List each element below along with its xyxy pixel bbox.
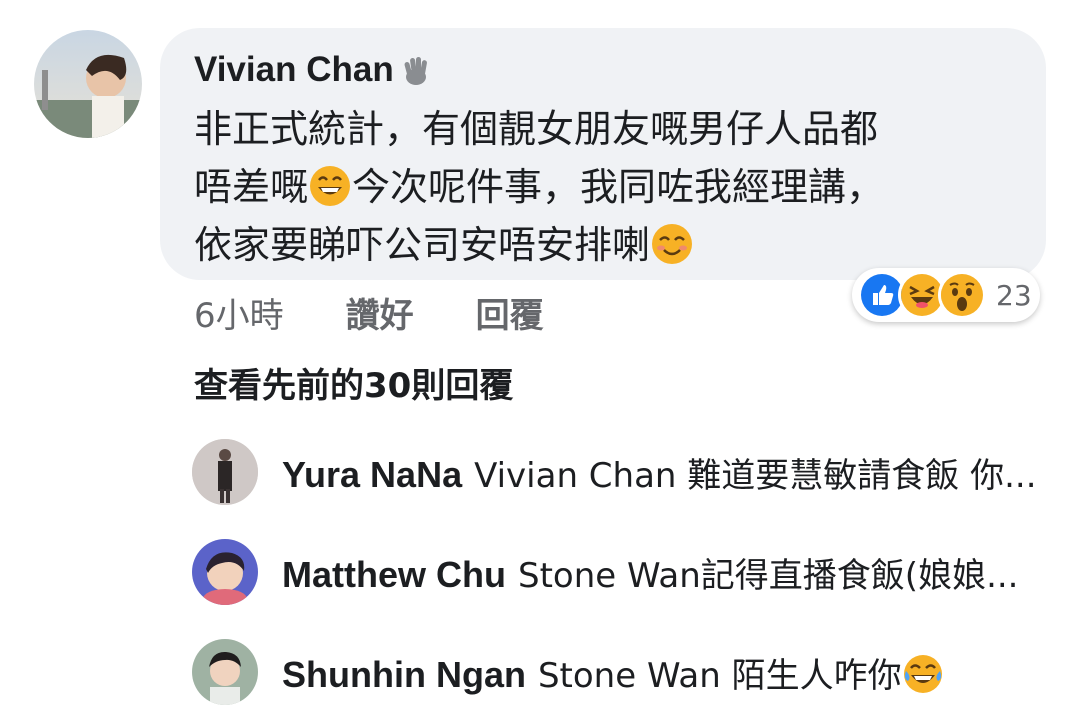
- comment-text: 非正式統計，有個靚女朋友嘅男仔人品都 唔差嘅 今次呢件事，我同咗我經理講， 依家要…: [194, 100, 1046, 274]
- reply-author-name[interactable]: Matthew Chu: [282, 554, 506, 595]
- reply-avatar[interactable]: [192, 439, 258, 505]
- commenter-avatar[interactable]: [34, 30, 142, 138]
- like-button[interactable]: 讚好: [346, 288, 414, 337]
- smiling-face-icon: [650, 222, 694, 266]
- reply-item: Yura NaNa Vivian Chan 難道要慧敏請食飯 你...: [192, 438, 1052, 506]
- reply-avatar[interactable]: [192, 539, 258, 605]
- comment-actions: 6小時 讚好 回覆: [194, 288, 606, 337]
- comment-line-2: 唔差嘅 今次呢件事，我同咗我經理講，: [194, 164, 885, 209]
- comment-bubble: Vivian Chan 非正式統計，有個靚女朋友嘅男仔人品都 唔差嘅 今次呢件事，…: [160, 28, 1046, 280]
- reply-avatar[interactable]: [192, 639, 258, 705]
- reply-item: Matthew Chu Stone Wan記得直播食飯(娘娘...: [192, 538, 1052, 606]
- reply-content: Yura NaNa Vivian Chan 難道要慧敏請食飯 你...: [282, 448, 1037, 497]
- tears-of-joy-icon: [902, 653, 944, 695]
- reply-text: Vivian Chan 難道要慧敏請食飯 你...: [474, 455, 1037, 496]
- reply-item: Shunhin Ngan Stone Wan 陌生人咋你: [192, 638, 1052, 706]
- reply-author-name[interactable]: Yura NaNa: [282, 454, 462, 495]
- reply-author-name[interactable]: Shunhin Ngan: [282, 654, 526, 695]
- grinning-face-icon: [308, 164, 352, 208]
- comment-timestamp[interactable]: 6小時: [194, 288, 284, 337]
- comment-line-1: 非正式統計，有個靚女朋友嘅男仔人品都: [194, 107, 879, 151]
- reaction-count: 23: [996, 278, 1032, 312]
- reply-text: Stone Wan 陌生人咋你: [537, 655, 902, 696]
- reply-text: Stone Wan記得直播食飯(娘娘...: [517, 555, 1019, 596]
- waving-hand-icon: [398, 52, 434, 88]
- comment-line-3: 依家要睇吓公司安唔安排喇: [194, 216, 1046, 274]
- wow-icon: [938, 271, 986, 319]
- view-previous-replies-link[interactable]: 查看先前的30則回覆: [194, 358, 513, 407]
- reactions-summary[interactable]: 23: [852, 268, 1040, 322]
- comment-author-name[interactable]: Vivian Chan: [194, 50, 394, 90]
- reply-content: Shunhin Ngan Stone Wan 陌生人咋你: [282, 648, 944, 697]
- reply-content: Matthew Chu Stone Wan記得直播食飯(娘娘...: [282, 548, 1019, 597]
- reply-button[interactable]: 回覆: [476, 288, 544, 337]
